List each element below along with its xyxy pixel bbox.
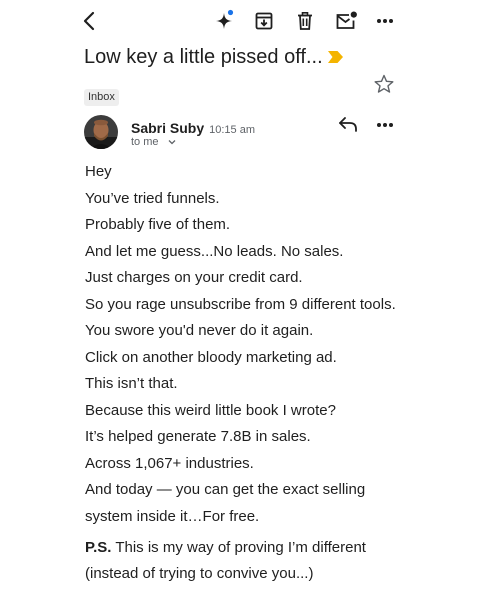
sender-name[interactable]: Sabri Suby xyxy=(131,120,204,136)
avatar[interactable] xyxy=(84,115,118,149)
archive-button[interactable] xyxy=(251,8,277,34)
inbox-label[interactable]: Inbox xyxy=(84,89,119,106)
back-button[interactable] xyxy=(77,8,103,34)
gemini-button[interactable] xyxy=(212,8,238,34)
mark-unread-icon xyxy=(336,11,357,29)
ps-line-2: (instead of trying to convive you...) xyxy=(85,565,314,582)
body-line: system inside it…For free. xyxy=(85,507,260,525)
mark-unread-button[interactable] xyxy=(333,8,359,34)
body-line: This isn’t that. xyxy=(85,375,178,392)
recipient-label: to me xyxy=(131,136,159,148)
reply-button[interactable] xyxy=(337,115,359,135)
body-line: It’s helped generate 7.8B in sales. xyxy=(85,428,311,445)
ps-line: P.S. This is my way of proving I’m diffe… xyxy=(85,535,465,561)
email-subject: Low key a little pissed off... xyxy=(84,45,323,68)
important-marker-icon[interactable] xyxy=(327,51,343,63)
body-line: And today — you can get the exact sellin… xyxy=(85,481,366,498)
subject-row: Low key a little pissed off... xyxy=(84,42,414,72)
star-button[interactable] xyxy=(373,73,395,95)
body-line: Probably five of them. xyxy=(85,216,231,233)
recipient-details-toggle[interactable]: to me xyxy=(131,136,176,148)
body-line: And let me guess...No leads. No sales. xyxy=(85,242,344,260)
body-line: Just charges on your credit card. xyxy=(85,269,303,286)
postscript: P.S. This is my way of proving I’m diffe… xyxy=(85,535,465,587)
message-time: 10:15 am xyxy=(209,124,256,136)
body-line: So you rage unsubscribe from 9 different… xyxy=(85,295,396,313)
gemini-sparkle-icon xyxy=(216,9,234,29)
body-line: Across 1,067+ industries. xyxy=(85,454,254,472)
more-horizontal-icon xyxy=(377,19,393,23)
trash-icon xyxy=(298,11,312,30)
ps-text: This is my way of proving I’m different xyxy=(111,539,366,556)
toolbar-more-button[interactable] xyxy=(372,8,398,34)
delete-button[interactable] xyxy=(292,8,318,34)
sender-line: Sabri Suby 10:15 am xyxy=(131,120,255,136)
body-line: Hey xyxy=(85,163,112,180)
body-line: Because this weird little book I wrote? xyxy=(85,401,336,419)
body-line: You swore you'd never do it again. xyxy=(85,322,314,339)
archive-icon xyxy=(255,12,273,30)
message-more-button[interactable] xyxy=(373,116,397,134)
chevron-down-icon xyxy=(168,139,176,145)
more-horizontal-icon xyxy=(377,123,393,127)
body-line: Click on another bloody marketing ad. xyxy=(85,348,337,366)
message-body: Hey You’ve tried funnels. Probably five … xyxy=(85,159,465,530)
back-arrow-icon xyxy=(83,11,95,31)
reply-icon xyxy=(339,117,357,132)
body-line: You’ve tried funnels. xyxy=(85,189,220,207)
star-icon xyxy=(374,74,394,93)
top-toolbar xyxy=(0,0,480,40)
ps-label: P.S. xyxy=(85,539,112,556)
